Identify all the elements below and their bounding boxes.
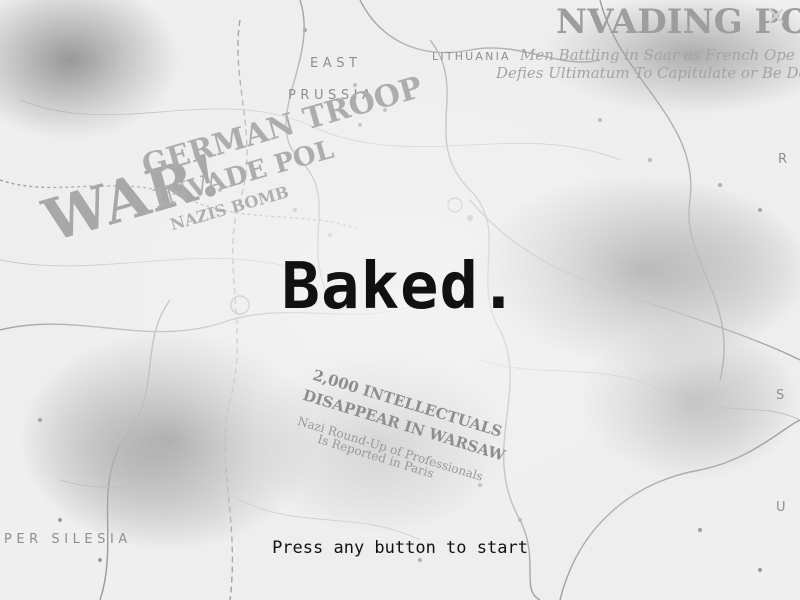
map-label-ussr-r: R: [778, 152, 792, 167]
map-label-east: EAST: [310, 56, 362, 71]
game-title: Baked.: [281, 250, 519, 324]
headline-ultimatum: Defies Ultimatum To Capitulate or Be De: [496, 64, 800, 82]
map-label-lithuania: LITHUANIA: [432, 50, 511, 63]
press-to-start-prompt[interactable]: Press any button to start: [0, 538, 800, 558]
map-label-ussr-s: S: [776, 388, 789, 403]
headline-invading-poland: NVADING POLAN: [556, 2, 800, 42]
close-icon[interactable]: [766, 6, 786, 26]
map-label-ussr-u: U: [776, 500, 791, 515]
title-screen[interactable]: EAST PRUSSIA LITHUANIA PER SILESIA U S R…: [0, 0, 800, 600]
headline-saar: Men Battling in Saar as French Ope: [520, 46, 795, 64]
